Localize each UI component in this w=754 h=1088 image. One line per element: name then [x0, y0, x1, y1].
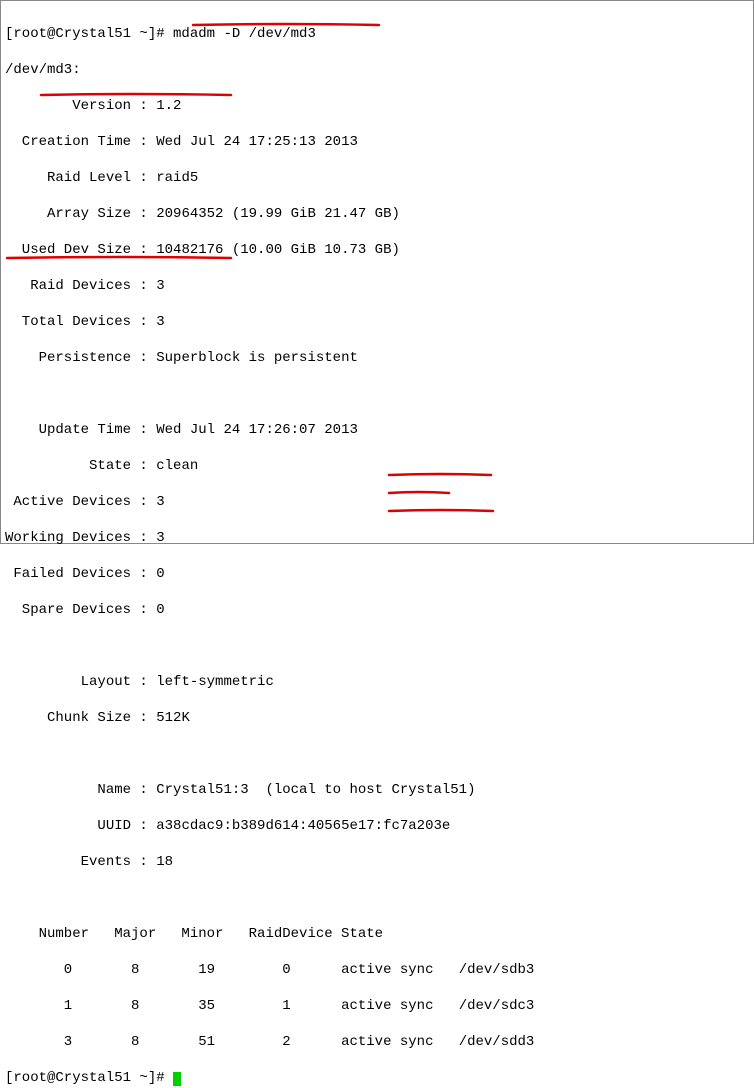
label: Persistence : — [5, 350, 156, 366]
field-raid-devices: Raid Devices : 3 — [5, 277, 749, 295]
row-cols: 0 8 19 0 — [5, 962, 341, 978]
row-state: active sync — [341, 998, 433, 1014]
device-header: /dev/md3: — [5, 61, 749, 79]
value: left-symmetric — [156, 674, 274, 690]
value: 0 — [156, 602, 164, 618]
device-table-header: Number Major Minor RaidDevice State — [5, 925, 749, 943]
row-dev: /dev/sdd3 — [433, 1034, 534, 1050]
field-failed-devices: Failed Devices : 0 — [5, 565, 749, 583]
value: 3 — [156, 314, 164, 330]
label: State : — [5, 458, 156, 474]
field-total-devices: Total Devices : 3 — [5, 313, 749, 331]
value: 1.2 — [156, 98, 181, 114]
field-working-devices: Working Devices : 3 — [5, 529, 749, 547]
label: Array Size : — [5, 206, 156, 222]
field-update-time: Update Time : Wed Jul 24 17:26:07 2013 — [5, 421, 749, 439]
label: Active Devices : — [5, 494, 156, 510]
field-active-devices: Active Devices : 3 — [5, 493, 749, 511]
field-creation-time: Creation Time : Wed Jul 24 17:25:13 2013 — [5, 133, 749, 151]
command-text: mdadm -D /dev/md3 — [173, 26, 316, 42]
label: Used Dev Size : — [5, 242, 156, 258]
value: Wed Jul 24 17:25:13 2013 — [156, 134, 358, 150]
label: Spare Devices : — [5, 602, 156, 618]
label: Raid Level : — [5, 170, 156, 186]
device-table-row: 1 8 35 1 active sync /dev/sdc3 — [5, 997, 749, 1015]
value: Superblock is persistent — [156, 350, 358, 366]
field-raid-level: Raid Level : raid5 — [5, 169, 749, 187]
field-array-size: Array Size : 20964352 (19.99 GiB 21.47 G… — [5, 205, 749, 223]
label: Name : — [5, 782, 156, 798]
field-name: Name : Crystal51:3 (local to host Crysta… — [5, 781, 749, 799]
device-table-row: 0 8 19 0 active sync /dev/sdb3 — [5, 961, 749, 979]
value: Crystal51:3 (local to host Crystal51) — [156, 782, 475, 798]
value: 3 — [156, 494, 164, 510]
value: 512K — [156, 710, 190, 726]
value: clean — [156, 458, 198, 474]
label: Creation Time : — [5, 134, 156, 150]
field-events: Events : 18 — [5, 853, 749, 871]
label: Update Time : — [5, 422, 156, 438]
value: 20964352 (19.99 GiB 21.47 GB) — [156, 206, 400, 222]
field-persistence: Persistence : Superblock is persistent — [5, 349, 749, 367]
blank-line — [5, 745, 749, 763]
blank-line — [5, 637, 749, 655]
cursor-icon — [173, 1072, 181, 1086]
label: Layout : — [5, 674, 156, 690]
value: 10482176 (10.00 GiB 10.73 GB) — [156, 242, 400, 258]
value: a38cdac9:b389d614:40565e17:fc7a203e — [156, 818, 450, 834]
blank-line — [5, 889, 749, 907]
value: raid5 — [156, 170, 198, 186]
value: 18 — [156, 854, 173, 870]
field-layout: Layout : left-symmetric — [5, 673, 749, 691]
field-state: State : clean — [5, 457, 749, 475]
value: 0 — [156, 566, 164, 582]
prompt-line-2[interactable]: [root@Crystal51 ~]# — [5, 1069, 749, 1087]
field-spare-devices: Spare Devices : 0 — [5, 601, 749, 619]
row-state: active sync — [341, 962, 433, 978]
row-dev: /dev/sdc3 — [433, 998, 534, 1014]
shell-prompt: [root@Crystal51 ~]# — [5, 1070, 173, 1086]
label: Failed Devices : — [5, 566, 156, 582]
field-uuid: UUID : a38cdac9:b389d614:40565e17:fc7a20… — [5, 817, 749, 835]
field-used-dev-size: Used Dev Size : 10482176 (10.00 GiB 10.7… — [5, 241, 749, 259]
terminal-output: [root@Crystal51 ~]# mdadm -D /dev/md3 /d… — [0, 0, 754, 544]
prompt-line-1[interactable]: [root@Crystal51 ~]# mdadm -D /dev/md3 — [5, 25, 749, 43]
blank-line — [5, 385, 749, 403]
label: Version : — [5, 98, 156, 114]
row-dev: /dev/sdb3 — [433, 962, 534, 978]
field-chunk-size: Chunk Size : 512K — [5, 709, 749, 727]
row-cols: 3 8 51 2 — [5, 1034, 341, 1050]
label: Total Devices : — [5, 314, 156, 330]
value: 3 — [156, 278, 164, 294]
label: Chunk Size : — [5, 710, 156, 726]
row-state: active sync — [341, 1034, 433, 1050]
field-version: Version : 1.2 — [5, 97, 749, 115]
value: Wed Jul 24 17:26:07 2013 — [156, 422, 358, 438]
label: Raid Devices : — [5, 278, 156, 294]
row-cols: 1 8 35 1 — [5, 998, 341, 1014]
device-table-row: 3 8 51 2 active sync /dev/sdd3 — [5, 1033, 749, 1051]
shell-prompt: [root@Crystal51 ~]# — [5, 26, 173, 42]
label: UUID : — [5, 818, 156, 834]
label: Events : — [5, 854, 156, 870]
